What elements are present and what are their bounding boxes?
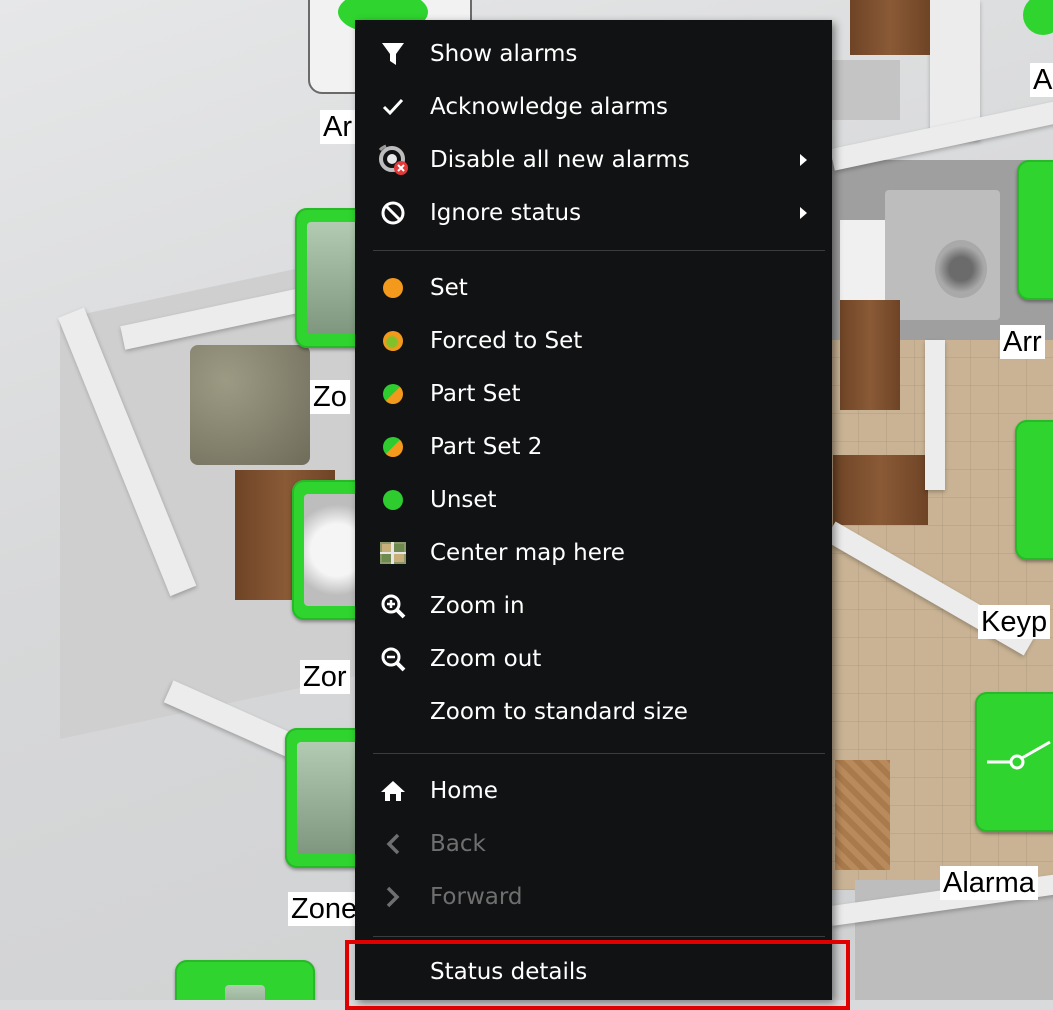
- device-area[interactable]: [1017, 160, 1053, 300]
- menu-separator: [373, 936, 825, 937]
- washing-machine-door: [935, 240, 987, 298]
- map-label: Zo: [310, 380, 350, 414]
- map-label: A: [1030, 63, 1053, 97]
- menu-item-label: Zoom out: [430, 645, 542, 672]
- device-alarm-switch[interactable]: [975, 692, 1053, 832]
- menu-item-label: Part Set: [430, 380, 521, 407]
- menu-item-label: Home: [430, 777, 498, 804]
- wall: [830, 60, 900, 120]
- menu-item-label: Disable all new alarms: [430, 146, 690, 173]
- context-menu: Show alarms Acknowledge alarms Disable a…: [355, 20, 832, 1000]
- cabinet: [850, 0, 930, 55]
- cabinet: [840, 300, 900, 410]
- menu-item-label: Show alarms: [430, 40, 578, 67]
- wall: [925, 340, 945, 490]
- menu-item-back[interactable]: Back: [355, 817, 832, 870]
- device-status-indicator: [1023, 0, 1053, 35]
- chevron-right-icon: [355, 886, 430, 908]
- menu-separator: [373, 753, 825, 754]
- device-keypad[interactable]: [1015, 420, 1053, 560]
- menu-item-label: Center map here: [430, 539, 625, 566]
- prohibited-icon: [355, 200, 430, 226]
- menu-item-show-alarms[interactable]: Show alarms: [355, 27, 832, 80]
- map-label: Alarma: [940, 866, 1038, 900]
- menu-item-forward[interactable]: Forward: [355, 870, 832, 923]
- menu-item-zoom-to-standard-size[interactable]: Zoom to standard size: [355, 685, 832, 738]
- map-label: Zor: [300, 660, 350, 694]
- sofa: [190, 345, 310, 465]
- menu-item-center-map-here[interactable]: Center map here: [355, 526, 832, 579]
- menu-item-acknowledge-alarms[interactable]: Acknowledge alarms: [355, 80, 832, 133]
- menu-item-set[interactable]: Set: [355, 261, 832, 314]
- menu-item-label: Acknowledge alarms: [430, 93, 668, 120]
- menu-item-label: Forward: [430, 883, 523, 910]
- menu-item-label: Set: [430, 274, 468, 301]
- menu-separator: [373, 250, 825, 251]
- switch-icon: [987, 740, 1051, 770]
- map-label: Keyp: [978, 605, 1051, 639]
- menu-item-label: Part Set 2: [430, 433, 543, 460]
- menu-item-label: Forced to Set: [430, 327, 583, 354]
- map-label: Arr: [1000, 325, 1045, 359]
- checkmark-icon: [355, 97, 430, 117]
- menu-item-label: Zoom in: [430, 592, 525, 619]
- menu-item-zoom-in[interactable]: Zoom in: [355, 579, 832, 632]
- menu-item-zoom-out[interactable]: Zoom out: [355, 632, 832, 685]
- map-label: Ar: [320, 110, 355, 144]
- device-zone-4[interactable]: [175, 960, 315, 1000]
- status-forced-set-icon: [355, 330, 430, 351]
- rug: [835, 760, 890, 870]
- status-unset-icon: [355, 489, 430, 510]
- status-part-set-icon: [355, 383, 430, 404]
- zoom-in-icon: [355, 593, 430, 619]
- menu-item-unset[interactable]: Unset: [355, 473, 832, 526]
- chevron-left-icon: [355, 833, 430, 855]
- menu-item-part-set-2[interactable]: Part Set 2: [355, 420, 832, 473]
- center-map-icon: [355, 540, 430, 566]
- menu-item-disable-all-new-alarms[interactable]: Disable all new alarms: [355, 133, 832, 186]
- cabinet: [833, 455, 928, 525]
- filter-icon: [355, 41, 430, 67]
- menu-item-label: Zoom to standard size: [430, 698, 688, 725]
- menu-item-forced-to-set[interactable]: Forced to Set: [355, 314, 832, 367]
- map-label: Zone: [288, 892, 361, 926]
- menu-item-label: Unset: [430, 486, 497, 513]
- home-icon: [355, 779, 430, 803]
- submenu-arrow-icon: [800, 206, 807, 219]
- menu-item-label: Ignore status: [430, 199, 582, 226]
- status-part-set-2-icon: [355, 436, 430, 457]
- submenu-arrow-icon: [800, 153, 807, 166]
- menu-item-part-set[interactable]: Part Set: [355, 367, 832, 420]
- status-set-icon: [355, 277, 430, 298]
- disable-alarm-icon: [355, 144, 430, 176]
- zoom-out-icon: [355, 646, 430, 672]
- menu-item-home[interactable]: Home: [355, 764, 832, 817]
- menu-item-ignore-status[interactable]: Ignore status: [355, 186, 832, 239]
- menu-item-label: Back: [430, 830, 486, 857]
